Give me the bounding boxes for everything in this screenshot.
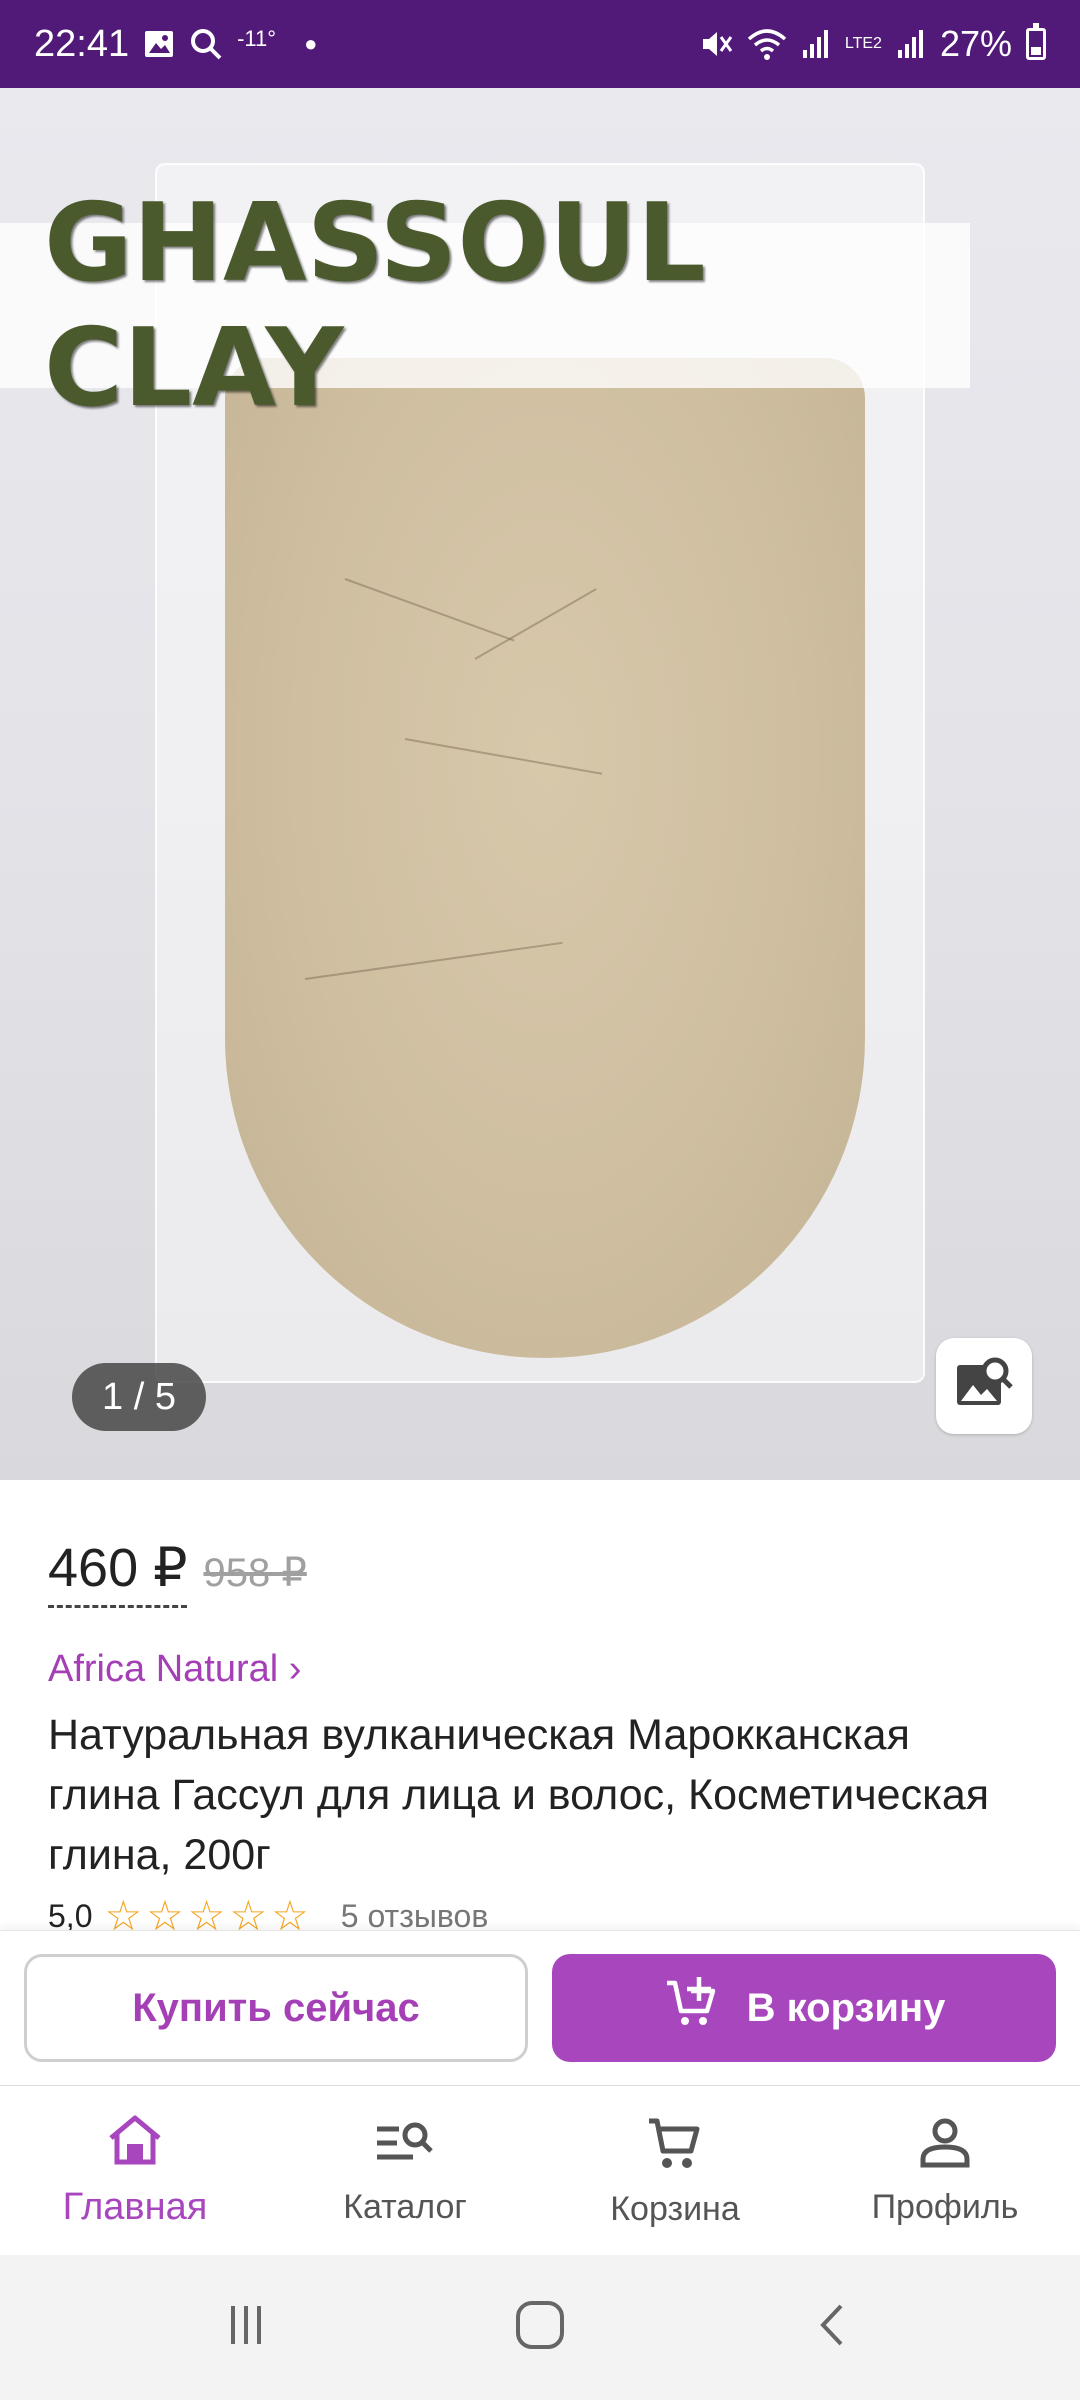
status-temperature: -11°: [237, 26, 277, 51]
signal-icon: [801, 28, 831, 60]
recent-apps-button[interactable]: [221, 2300, 271, 2355]
cart-icon: [645, 2113, 705, 2182]
bottom-nav: Главная Каталог Корзина Профиль: [0, 2085, 1080, 2255]
image-search-button[interactable]: [936, 1338, 1032, 1434]
rating-stars: ☆ ☆ ☆ ☆ ☆: [104, 1892, 309, 1931]
system-nav-bar: [0, 2255, 1080, 2400]
nav-label-home: Главная: [62, 2186, 208, 2228]
back-button[interactable]: [809, 2300, 859, 2355]
battery-percent: 27%: [939, 23, 1012, 64]
add-to-cart-label: В корзину: [746, 1985, 946, 2030]
mute-icon: [699, 27, 733, 61]
product-banner: GHASSOUL CLAY: [0, 181, 970, 431]
nav-label-profile: Профиль: [871, 2187, 1019, 2226]
star-icon: ☆: [146, 1892, 184, 1931]
image-icon: [143, 29, 175, 59]
signal-icon: [896, 28, 926, 60]
network-label: LTE2: [844, 35, 882, 52]
home-button[interactable]: [512, 2297, 568, 2358]
product-title: Натуральная вулканическая Марокканская г…: [48, 1711, 990, 1879]
product-image-gallery[interactable]: GHASSOUL CLAY 1 / 5: [0, 88, 1080, 1480]
old-price: 958 ₽: [203, 1551, 307, 1595]
nav-item-catalog[interactable]: Каталог: [270, 2086, 540, 2255]
notification-dot: ●: [304, 31, 318, 56]
search-icon: [189, 27, 223, 61]
star-icon: ☆: [104, 1892, 143, 1931]
seller-link[interactable]: Africa Natural ›: [48, 1648, 1032, 1691]
home-icon: [105, 2112, 165, 2178]
nav-item-home[interactable]: Главная: [0, 2086, 270, 2255]
rating-row[interactable]: 5,0 ☆ ☆ ☆ ☆ ☆ 5 отзывов: [48, 1892, 1032, 1931]
product-info: 460 ₽ 958 ₽ Africa Natural › Натуральная…: [0, 1480, 1080, 1930]
star-icon: ☆: [229, 1892, 268, 1931]
nav-label-cart: Корзина: [610, 2189, 740, 2228]
nav-item-profile[interactable]: Профиль: [810, 2086, 1080, 2255]
clay-powder-image: [225, 358, 865, 1358]
status-time: 22:41: [34, 22, 130, 65]
reviews-count[interactable]: 5 отзывов: [341, 1898, 489, 1931]
wifi-icon: [747, 27, 787, 61]
nav-item-cart[interactable]: Корзина: [540, 2086, 810, 2255]
image-counter: 1 / 5: [72, 1363, 206, 1431]
battery-icon: [1026, 23, 1046, 60]
add-to-cart-button[interactable]: В корзину: [552, 1954, 1056, 2062]
banner-text: GHASSOUL CLAY: [44, 180, 706, 431]
image-search-icon: [953, 1353, 1015, 1420]
star-icon: ☆: [187, 1892, 226, 1931]
status-bar: 22:41 -11° ● LTE2 27%: [0, 0, 1080, 88]
price[interactable]: 460 ₽: [48, 1536, 188, 1608]
buy-now-button[interactable]: Купить сейчас: [24, 1954, 528, 2062]
nav-label-catalog: Каталог: [343, 2187, 467, 2226]
buy-now-label: Купить сейчас: [132, 1985, 420, 2030]
star-icon: ☆: [271, 1892, 309, 1931]
profile-icon: [917, 2115, 973, 2180]
buy-bar: Купить сейчас В корзину: [0, 1930, 1080, 2085]
rating-value: 5,0: [48, 1897, 93, 1931]
catalog-search-icon: [373, 2115, 437, 2180]
add-to-cart-icon: [663, 1975, 719, 2041]
